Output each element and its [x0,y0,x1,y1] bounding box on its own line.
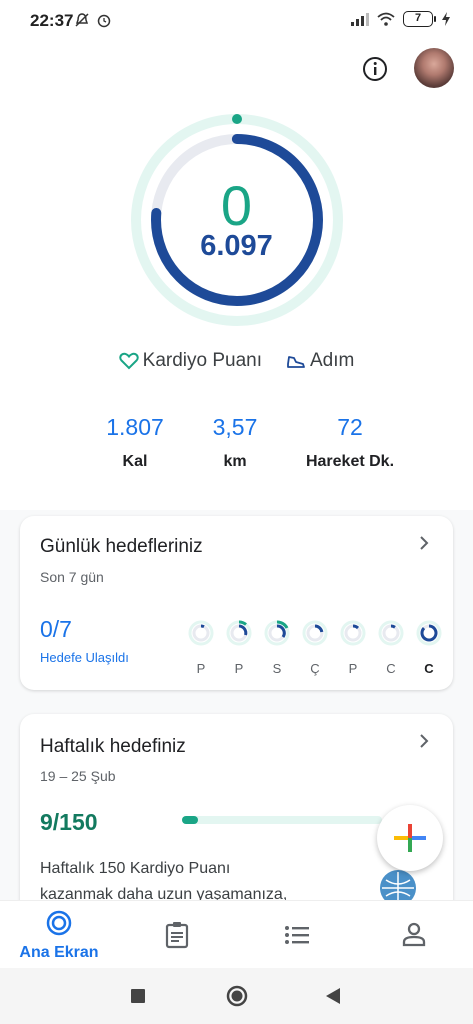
day-label: P [348,661,358,676]
day-label: P [234,661,244,676]
daily-goals-card[interactable]: Günlük hedefleriniz Son 7 gün 0/7 Hedefe… [20,516,453,690]
day-label: C [424,661,434,676]
stat-label: Hareket Dk. [305,453,395,470]
day-label: Ç [310,661,320,676]
ring-legend: Kardiyo Puanı Adım [0,350,473,372]
day-ring [302,620,328,646]
stat-value: 3,57 [212,414,258,440]
avatar[interactable] [414,48,454,88]
day-ring [188,620,214,646]
stat-value: 72 [337,414,363,440]
heart-icon [118,352,139,370]
plus-icon [394,824,426,852]
card-subtitle: Son 7 gün [40,569,104,585]
day-item-today: C [416,620,442,676]
cardio-points-value: 0 [220,174,253,237]
day-item: Ç [302,620,328,676]
day-label: P [196,661,206,676]
day-ring [416,620,442,646]
shoe-icon [287,356,305,368]
activity-stats: 1.807 Kal 3,57 km 72 Hareket Dk. [90,414,410,471]
day-label: C [386,661,396,676]
mute-icon [75,13,89,27]
alarm-icon [97,14,111,28]
legend-cardio: Kardiyo Puanı [118,350,262,372]
day-ring [264,620,290,646]
list-icon [285,926,309,944]
chevron-right-icon [420,734,429,748]
day-ring [340,620,366,646]
day-item: P [226,620,252,676]
day-item: S [264,620,290,676]
info-icon[interactable] [361,55,389,83]
cardio-ring-dot [232,114,242,124]
day-item: C [378,620,404,676]
card-title: Günlük hedefleriniz [40,536,203,557]
battery-indicator: 7 [403,11,436,27]
journal-icon [165,922,189,949]
day-rings: P P S Ç P C C [188,620,442,676]
goals-count-label: Hedefe Ulaşıldı [40,650,129,665]
day-ring [226,620,252,646]
legend-steps: Adım [286,350,354,372]
stat-distance: 3,57 km [180,414,290,471]
day-ring [378,620,404,646]
weekly-count: 9/150 [40,809,98,835]
day-item: P [340,620,366,676]
nav-browse[interactable] [283,925,311,950]
nav-profile[interactable] [400,921,428,952]
home-icon [46,910,72,936]
profile-icon [402,922,426,947]
system-navigation [0,968,473,1024]
signal-icon [351,13,369,26]
nav-home[interactable]: Ana Ekran [16,909,102,962]
square-nav-icon[interactable] [130,988,146,1004]
stat-calories: 1.807 Kal [90,414,180,471]
day-label: S [272,661,282,676]
status-time: 22:37 [30,11,74,30]
card-title: Haftalık hedefiniz [40,736,186,757]
stat-label: Kal [122,453,148,470]
weekly-progress-track [182,816,382,824]
weekly-progress-fill [182,816,198,824]
stat-value: 1.807 [106,414,164,440]
status-bar: 22:37 7 [0,0,473,40]
chevron-right-icon [420,536,429,550]
charging-icon [442,12,450,26]
card-subtitle: 19 – 25 Şub [40,768,116,784]
circle-nav-icon[interactable] [226,985,248,1007]
add-button[interactable] [377,805,443,871]
wifi-icon [377,12,395,26]
nav-journal[interactable] [162,921,192,954]
status-left-icons [74,12,112,28]
goals-count: 0/7 [40,616,72,642]
back-nav-icon[interactable] [325,987,341,1005]
day-item: P [188,620,214,676]
status-right: 7 [351,11,451,27]
stat-label: km [223,453,247,470]
stat-move-minutes: 72 Hareket Dk. [290,414,410,471]
steps-value: 6.097 [200,230,273,262]
legend-steps-label: Adım [310,350,355,371]
nav-home-label: Ana Ekran [19,944,99,961]
weekly-desc-line1: Haftalık 150 Kardiyo Puanı [40,860,231,877]
who-logo-icon [380,870,416,902]
bottom-navigation: Ana Ekran [0,900,473,968]
legend-cardio-label: Kardiyo Puanı [142,350,262,371]
